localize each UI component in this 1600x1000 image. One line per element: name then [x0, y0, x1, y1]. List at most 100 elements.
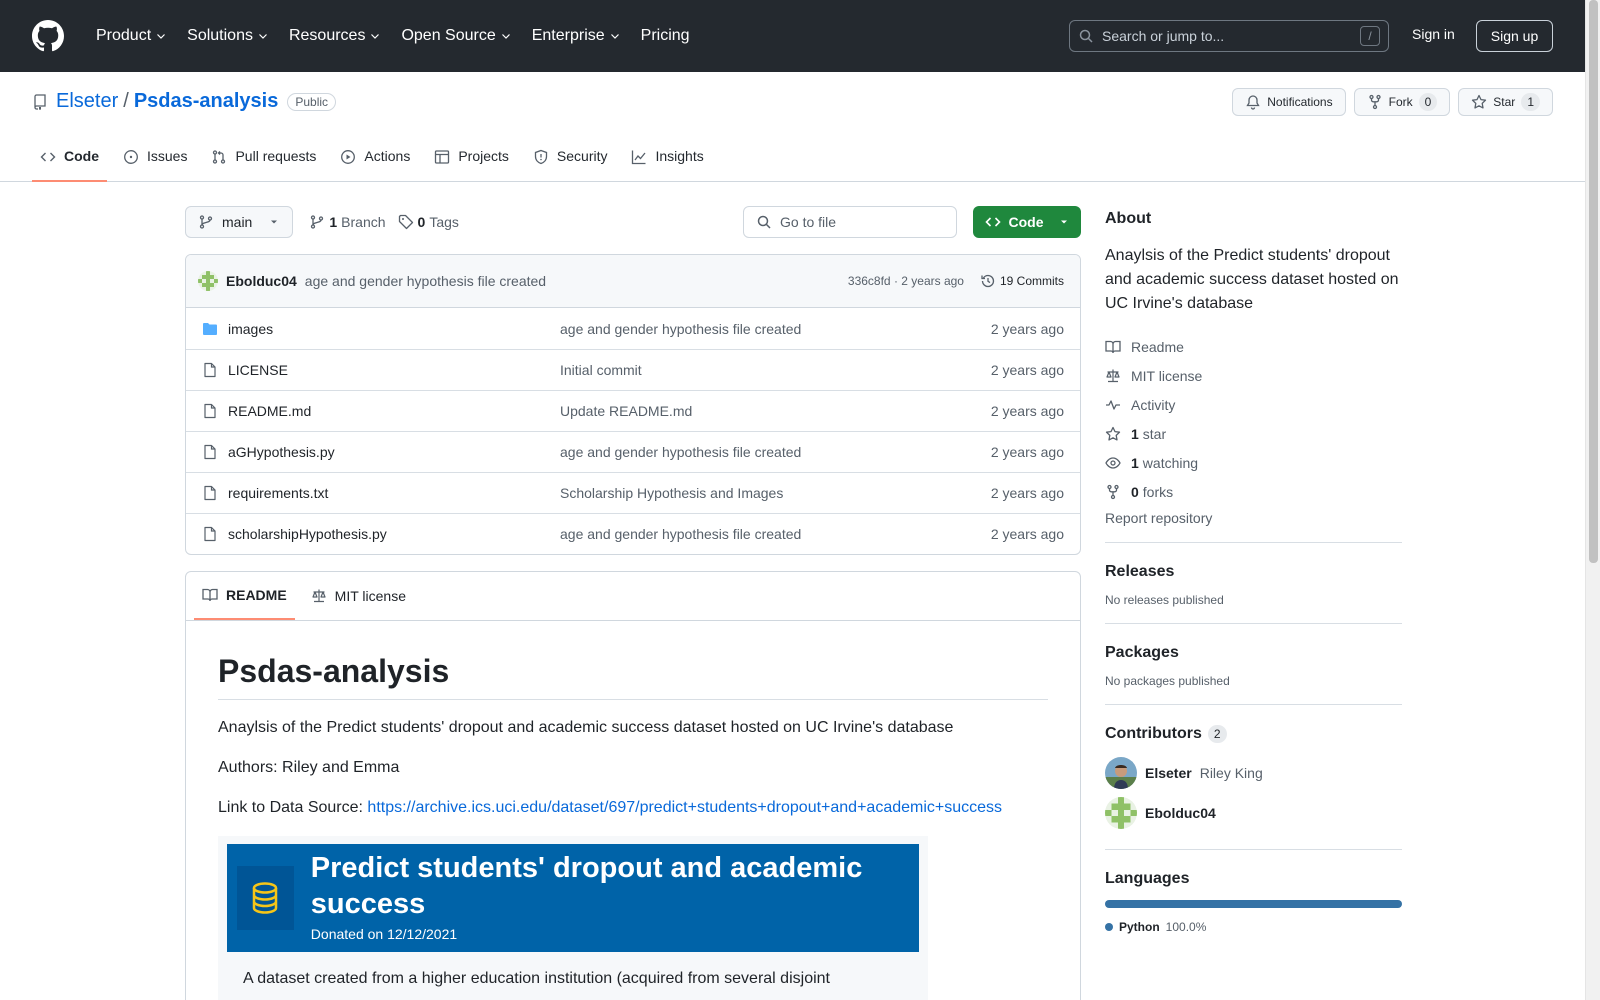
- tab-pull-requests[interactable]: Pull requests: [203, 145, 324, 182]
- packages-title[interactable]: Packages: [1105, 644, 1402, 662]
- scrollbar-thumb[interactable]: [1589, 0, 1598, 563]
- tab-security-label: Security: [556, 148, 608, 164]
- readme-description: Anaylsis of the Predict students' dropou…: [218, 719, 954, 736]
- file-name-link[interactable]: aGHypothesis.py: [228, 444, 560, 460]
- nav-product[interactable]: Product: [88, 21, 175, 51]
- code-icon: [40, 152, 56, 162]
- language-color-dot: [1105, 923, 1113, 931]
- tab-actions[interactable]: Actions: [332, 145, 418, 182]
- file-name-link[interactable]: images: [228, 321, 560, 337]
- contributor-name: Riley King: [1199, 765, 1263, 781]
- star-button[interactable]: Star 1: [1458, 88, 1553, 116]
- file-commit-date: 2 years ago: [990, 362, 1064, 378]
- repo-actions: Notifications Fork 0 Star 1: [1232, 88, 1553, 116]
- branches-link[interactable]: 1 Branch: [309, 214, 386, 230]
- folder-icon: [202, 321, 218, 337]
- dataset-description: A dataset created from a higher educatio…: [243, 970, 830, 987]
- repo-tabs: Code Issues Pull requests Actions Projec…: [32, 145, 720, 182]
- releases-title[interactable]: Releases: [1105, 563, 1402, 581]
- go-to-file-input[interactable]: Go to file: [743, 206, 957, 238]
- file-row[interactable]: images age and gender hypothesis file cre…: [186, 308, 1080, 349]
- nav-pricing[interactable]: Pricing: [633, 21, 698, 51]
- notifications-button[interactable]: Notifications: [1232, 88, 1346, 116]
- file-row[interactable]: README.md Update README.md 2 years ago: [186, 390, 1080, 431]
- global-search-input[interactable]: Search or jump to... /: [1069, 20, 1389, 52]
- file-name-link[interactable]: scholarshipHypothesis.py: [228, 526, 560, 542]
- file-row[interactable]: scholarshipHypothesis.py age and gender h…: [186, 513, 1080, 554]
- history-icon: [981, 274, 995, 288]
- nav-enterprise[interactable]: Enterprise: [524, 21, 629, 51]
- file-commit-message-link[interactable]: Scholarship Hypothesis and Images: [560, 485, 991, 501]
- star-count: 1: [1521, 93, 1540, 111]
- file-commit-date: 2 years ago: [990, 320, 1064, 337]
- chevron-down-icon: [501, 34, 510, 39]
- git-branch-icon: [199, 215, 213, 229]
- author-avatar[interactable]: [198, 271, 218, 291]
- file-commit-message-link[interactable]: age and gender hypothesis file created: [560, 444, 991, 460]
- tab-projects[interactable]: Projects: [426, 145, 517, 182]
- tab-insights[interactable]: Insights: [623, 145, 711, 182]
- contributor-item[interactable]: Ebolduc04: [1105, 793, 1402, 833]
- avatar[interactable]: [1105, 757, 1137, 789]
- nav-resources[interactable]: Resources: [281, 21, 389, 51]
- commit-sha-time[interactable]: 336c8fd · 2 years ago: [848, 274, 964, 288]
- play-icon: [341, 150, 356, 164]
- readme-link-label: Readme: [1131, 338, 1184, 355]
- sign-in-link[interactable]: Sign in: [1412, 26, 1455, 42]
- readme-body: Psdas-analysis Anaylsis of the Predict s…: [186, 621, 1080, 1000]
- global-nav: Product Solutions Resources Open Source …: [88, 21, 698, 51]
- license-link[interactable]: MIT license: [1105, 361, 1402, 390]
- language-item[interactable]: Python 100.0%: [1105, 920, 1402, 934]
- file-name-link[interactable]: requirements.txt: [228, 485, 560, 501]
- file-commit-message-link[interactable]: age and gender hypothesis file created: [560, 321, 991, 337]
- page-scrollbar[interactable]: [1585, 0, 1600, 1000]
- readme-link[interactable]: Readme: [1105, 332, 1402, 361]
- file-row[interactable]: aGHypothesis.py age and gender hypothesis…: [186, 431, 1080, 472]
- watching-link[interactable]: 1 watching: [1105, 448, 1402, 477]
- nav-solutions[interactable]: Solutions: [179, 21, 277, 51]
- file-commit-message-link[interactable]: Update README.md: [560, 403, 991, 419]
- dataset-banner-text: Predict students' dropout and academic s…: [311, 844, 909, 952]
- branch-select-button[interactable]: main: [185, 206, 294, 238]
- repo-owner-link[interactable]: Elseter: [56, 90, 118, 113]
- code-icon: [984, 217, 1001, 227]
- file-name-link[interactable]: README.md: [228, 403, 560, 419]
- contributor-item[interactable]: Elseter Riley King: [1105, 753, 1402, 793]
- commit-message-link[interactable]: age and gender hypothesis file created: [305, 273, 546, 289]
- file-commit-date: 2 years ago: [990, 485, 1064, 501]
- contributors-title: Contributors: [1105, 725, 1202, 742]
- git-pull-request-icon: [213, 150, 226, 164]
- repo-name-link[interactable]: Psdas-analysis: [134, 90, 279, 113]
- file-row[interactable]: LICENSE Initial commit 2 years ago: [186, 349, 1080, 390]
- releases-section: Releases No releases published: [1105, 542, 1402, 607]
- tab-readme[interactable]: README: [194, 572, 295, 620]
- issue-opened-icon: [124, 150, 138, 164]
- commit-author-link[interactable]: Ebolduc04: [226, 273, 297, 289]
- contributors-heading[interactable]: Contributors 2: [1105, 725, 1402, 743]
- file-commit-message-link[interactable]: Initial commit: [560, 362, 991, 378]
- code-dropdown-button[interactable]: Code: [973, 206, 1081, 238]
- commits-history-link[interactable]: 19 Commits: [980, 273, 1064, 289]
- data-source-link[interactable]: https://archive.ics.uci.edu/dataset/697/…: [367, 799, 1002, 816]
- sign-up-button[interactable]: Sign up: [1476, 20, 1553, 52]
- file-row[interactable]: requirements.txt Scholarship Hypothesis a…: [186, 472, 1080, 513]
- github-logo-icon[interactable]: [32, 20, 64, 52]
- file-name-link[interactable]: LICENSE: [228, 362, 560, 378]
- activity-link[interactable]: Activity: [1105, 390, 1402, 419]
- fork-button[interactable]: Fork 0: [1353, 88, 1451, 116]
- tab-code[interactable]: Code: [32, 145, 107, 182]
- chevron-down-icon: [259, 34, 267, 39]
- stars-link[interactable]: 1 star: [1105, 419, 1402, 448]
- avatar[interactable]: [1105, 797, 1137, 829]
- tab-security[interactable]: Security: [525, 145, 616, 182]
- dataset-title: Predict students' dropout and academic s…: [310, 852, 863, 920]
- tab-issues[interactable]: Issues: [115, 145, 195, 182]
- nav-open-source[interactable]: Open Source: [393, 21, 519, 51]
- tab-license[interactable]: MIT license: [303, 572, 414, 620]
- packages-empty: No packages published: [1105, 674, 1230, 688]
- about-title: About: [1105, 210, 1152, 227]
- forks-link[interactable]: 0 forks: [1105, 477, 1402, 506]
- file-commit-message-link[interactable]: age and gender hypothesis file created: [560, 526, 991, 542]
- report-repository-link[interactable]: Report repository: [1105, 510, 1402, 526]
- tags-link[interactable]: 0 Tags: [398, 214, 459, 230]
